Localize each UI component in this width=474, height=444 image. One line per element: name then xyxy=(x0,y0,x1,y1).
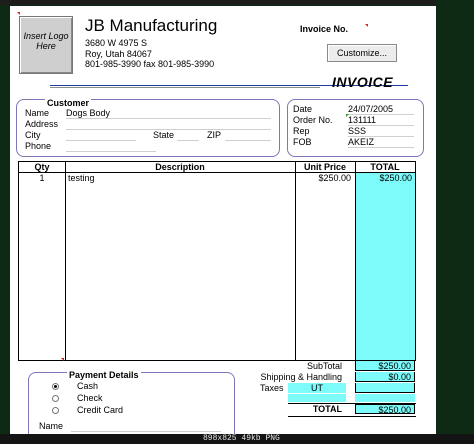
payment-name-field[interactable] xyxy=(71,421,221,432)
payment-section-label: Payment Details xyxy=(67,370,141,380)
tax-value xyxy=(355,383,415,393)
invoice-sheet: Insert Logo Here JB Manufacturing 3680 W… xyxy=(10,6,436,434)
tax-state-field[interactable]: UT xyxy=(288,383,346,393)
order-number-label: Order No. xyxy=(293,115,333,125)
total-column-fill xyxy=(356,173,415,360)
status-bar: 898x825 49kb PNG xyxy=(0,434,474,444)
customer-zip-field[interactable] xyxy=(225,130,271,141)
customer-state-field[interactable] xyxy=(177,130,199,141)
comment-marker-icon xyxy=(17,12,20,15)
unit-price-header: Unit Price xyxy=(303,162,346,172)
payment-details-box: Payment Details Cash Check Credit Card N… xyxy=(28,370,235,434)
customer-box: Customer Name Dogs Body Address City Sta… xyxy=(16,98,280,157)
address-line-2: Roy, Utah 84067 xyxy=(85,48,152,59)
total-rule-bottom xyxy=(288,416,416,417)
company-name: JB Manufacturing xyxy=(85,16,218,35)
name-label: Name xyxy=(25,108,50,118)
row-unit-price-cell[interactable]: $250.00 xyxy=(297,173,351,183)
header-rule-shadow xyxy=(50,87,320,88)
row-qty-cell[interactable]: 1 xyxy=(19,173,65,183)
zip-label: ZIP xyxy=(207,130,222,140)
shipping-label: Shipping & Handling xyxy=(260,372,342,382)
rep-field[interactable]: SSS xyxy=(348,126,414,137)
comment-marker-icon xyxy=(61,358,64,361)
cash-radio[interactable] xyxy=(52,383,59,390)
column-divider xyxy=(295,162,296,360)
check-radio[interactable] xyxy=(52,395,59,402)
invoice-number-label: Invoice No. xyxy=(300,24,349,34)
customer-city-field[interactable] xyxy=(66,130,136,141)
right-background xyxy=(436,0,474,444)
items-table: Qty Description Unit Price TOTAL 1 testi… xyxy=(18,161,416,361)
address-label: Address xyxy=(25,119,59,129)
taxes-label: Taxes xyxy=(260,383,284,393)
customer-name-field[interactable]: Dogs Body xyxy=(66,108,271,119)
customer-address-field[interactable] xyxy=(66,119,271,130)
credit-card-radio[interactable] xyxy=(52,407,59,414)
comment-marker-icon xyxy=(365,24,368,27)
tax-value-extra xyxy=(355,394,415,402)
subtotal-value: $250.00 xyxy=(355,361,415,371)
row-description-cell[interactable]: testing xyxy=(68,173,293,183)
total-header: TOTAL xyxy=(370,162,400,172)
subtotal-label: SubTotal xyxy=(306,361,342,371)
description-header: Description xyxy=(155,162,205,172)
credit-card-option-label: Credit Card xyxy=(77,405,124,415)
customer-section-label: Customer xyxy=(45,98,92,108)
customer-phone-field[interactable] xyxy=(66,141,156,152)
image-info-caption: 898x825 49kb PNG xyxy=(203,434,280,443)
row-total-cell[interactable]: $250.00 xyxy=(357,173,412,183)
column-divider xyxy=(65,162,66,360)
date-field[interactable]: 24/07/2005 xyxy=(348,104,414,115)
phone-label: Phone xyxy=(25,141,52,151)
payment-name-label: Name xyxy=(39,421,64,431)
date-label: Date xyxy=(293,104,313,114)
order-number-field[interactable]: 131111 xyxy=(348,115,414,126)
check-option-label: Check xyxy=(77,393,103,403)
invoice-title: INVOICE xyxy=(332,74,394,90)
tax-state-extra xyxy=(288,394,346,402)
address-line-1: 3680 W 4975 S xyxy=(85,38,148,48)
customize-button[interactable]: Customize... xyxy=(327,44,397,62)
grand-total-value: $250.00 xyxy=(355,404,415,415)
order-info-box: Date 24/07/2005 Order No. 131111 Rep SSS… xyxy=(287,99,424,157)
state-label: State xyxy=(153,130,175,140)
qty-header: Qty xyxy=(34,162,50,172)
cash-option-label: Cash xyxy=(77,381,99,391)
fob-field[interactable]: AKEIZ xyxy=(348,137,414,148)
city-label: City xyxy=(25,130,41,140)
grand-total-label: TOTAL xyxy=(312,404,342,414)
rep-label: Rep xyxy=(293,126,310,136)
shipping-value[interactable]: $0.00 xyxy=(355,372,415,382)
fob-label: FOB xyxy=(293,137,312,147)
window-top-strip xyxy=(0,0,474,5)
comment-marker-icon xyxy=(346,114,349,117)
company-address: 3680 W 4975 S Roy, Utah 84067 801-985-39… xyxy=(85,38,214,70)
logo-placeholder[interactable]: Insert Logo Here xyxy=(19,16,73,74)
phone-fax-line: 801-985-3990 fax 801-985-3990 xyxy=(85,59,215,69)
